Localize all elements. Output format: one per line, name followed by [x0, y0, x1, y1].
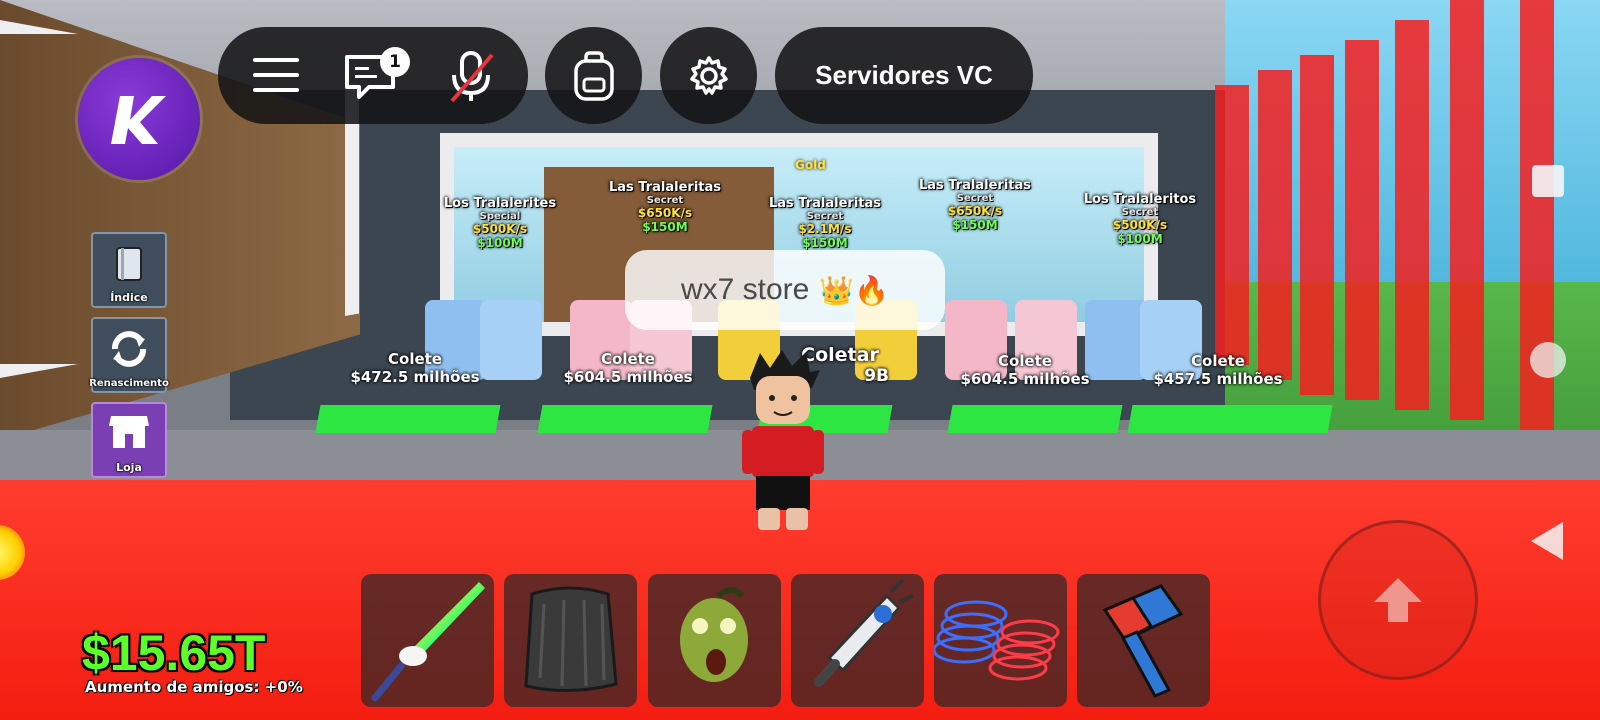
index-button[interactable]: Índice: [91, 232, 167, 308]
friend-boost-label: Aumento de amigos: +0%: [85, 678, 303, 696]
rebirth-label: Renascimento: [89, 378, 169, 389]
chat-notification-badge: 1: [380, 47, 410, 77]
k-logo-icon: [111, 96, 166, 144]
collect-pad[interactable]: [1127, 405, 1333, 433]
brainrot-price: $150M: [952, 218, 998, 232]
brainrot-rate: $500K/s: [1112, 218, 1168, 232]
hotbar-slot-6[interactable]: [1077, 574, 1210, 707]
laser-bar: [1395, 20, 1429, 410]
brainrot-name: Las Tralaleritas: [768, 196, 882, 211]
rebirth-icon: [112, 331, 146, 367]
pedestal-info: Los Tralalerites Special $500K/s $100M: [440, 196, 560, 250]
zombie-mask-icon: [680, 587, 748, 682]
settings-button[interactable]: [660, 27, 757, 124]
backpack-icon: [573, 50, 614, 101]
laser-bar: [1258, 70, 1292, 380]
brainrot-tier: Secret: [646, 195, 684, 206]
backpack-button[interactable]: [545, 27, 642, 124]
k-menu-button[interactable]: [78, 58, 200, 180]
collect-amount: $604.5 milhões: [563, 368, 693, 386]
voice-servers-label: Servidores VC: [815, 60, 993, 90]
collect-text: Colete: [1191, 352, 1245, 370]
hotbar-slot-2[interactable]: [504, 574, 637, 707]
brainrot-name: Los Tralalerites: [443, 196, 557, 211]
book-icon: [116, 247, 142, 281]
collect-text: Colete: [388, 350, 442, 368]
collect-label[interactable]: Colete $604.5 milhões: [955, 352, 1095, 388]
collect-pad[interactable]: [537, 405, 713, 433]
store-sign-text: wx7 store: [680, 273, 810, 306]
brainrot-name: Los Tralaleritos: [1083, 192, 1197, 207]
pedestal-info: Los Tralaleritos Secret $500K/s $100M: [1075, 192, 1205, 246]
laser-bar: [1215, 85, 1249, 365]
collect-label[interactable]: Colete $457.5 milhões: [1148, 352, 1288, 388]
shop-button[interactable]: Loja: [91, 402, 167, 478]
arrow-up-icon: [1374, 578, 1422, 622]
grapple-gun-icon: [814, 578, 914, 687]
brainrot-rate: $2.1M/s: [798, 222, 852, 236]
rebirth-button[interactable]: Renascimento: [89, 317, 169, 393]
brainrot-price: $150M: [642, 220, 688, 234]
collect-label[interactable]: Colete $604.5 milhões: [558, 350, 698, 386]
collect-pad[interactable]: [315, 405, 501, 433]
circle-button-icon[interactable]: [1530, 342, 1566, 378]
cape-icon: [524, 586, 618, 692]
player-avatar: [742, 350, 824, 530]
brainrot-tier: Special: [479, 211, 521, 222]
hotbar-slot-1[interactable]: [361, 574, 494, 707]
laser-bar: [1300, 55, 1334, 395]
brainrot-rate: $650K/s: [637, 206, 693, 220]
collect-text: Colete: [601, 350, 655, 368]
brainrot-name: Las Tralaleritas: [608, 180, 722, 195]
hotbar-slot-4[interactable]: [791, 574, 924, 707]
pedestal-info: Las Tralaleritas Secret $650K/s $150M: [915, 178, 1035, 232]
hotbar-slot-5[interactable]: [932, 574, 1067, 707]
crown-fire-icon: 👑🔥: [819, 274, 890, 306]
pedestal-info: Las Tralaleritas Secret $650K/s $150M: [605, 180, 725, 234]
brainrot-shark[interactable]: [480, 300, 542, 380]
collect-pad[interactable]: [947, 405, 1123, 433]
brainrot-tier: Secret: [1121, 207, 1159, 218]
collect-text: Colete: [998, 352, 1052, 370]
collect-amount: $457.5 milhões: [1153, 370, 1283, 388]
gear-icon: [689, 55, 728, 95]
brainrot-price: $100M: [477, 236, 523, 250]
jump-button[interactable]: [1318, 520, 1478, 680]
brainrot-rate: $500K/s: [472, 222, 528, 236]
brainrot-price: $100M: [1117, 232, 1163, 246]
index-label: Índice: [110, 291, 148, 304]
shop-label: Loja: [116, 461, 142, 474]
brainrot-tier: Secret: [806, 211, 844, 222]
brainrot-name: Las Tralaleritas: [918, 178, 1032, 193]
laser-bar: [1345, 40, 1379, 400]
brainrot-rate: $650K/s: [947, 204, 1003, 218]
springs-icon: [932, 600, 1060, 681]
voice-servers-button[interactable]: Servidores VC: [775, 27, 1033, 124]
collect-amount: $604.5 milhões: [960, 370, 1090, 388]
mutation-label: Gold: [795, 158, 826, 172]
hammer-icon: [1102, 584, 1184, 698]
microphone-button[interactable]: [446, 49, 496, 105]
hamburger-menu-button[interactable]: [253, 57, 299, 93]
brainrot-tier: Secret: [956, 193, 994, 204]
pedestal-info: Las Tralaleritas Secret $2.1M/s $150M: [760, 196, 890, 250]
rainbow-unicorn-sword-icon: [371, 582, 485, 702]
brainrot-price: $150M: [802, 236, 848, 250]
shop-icon: [109, 416, 149, 448]
collect-amount: $472.5 milhões: [350, 368, 480, 386]
back-triangle-icon[interactable]: [1531, 522, 1563, 560]
top-menu-group: 1: [218, 27, 528, 124]
microphone-muted-icon: [450, 51, 494, 103]
hotbar-slot-3[interactable]: [648, 574, 781, 707]
store-sign: wx7 store 👑🔥: [625, 250, 945, 330]
money-counter: $15.65T: [82, 625, 266, 681]
laser-bar: [1450, 0, 1484, 420]
collect-label[interactable]: Colete $472.5 milhões: [345, 350, 485, 386]
hamburger-icon: [253, 58, 299, 92]
square-button-icon[interactable]: [1532, 165, 1564, 197]
